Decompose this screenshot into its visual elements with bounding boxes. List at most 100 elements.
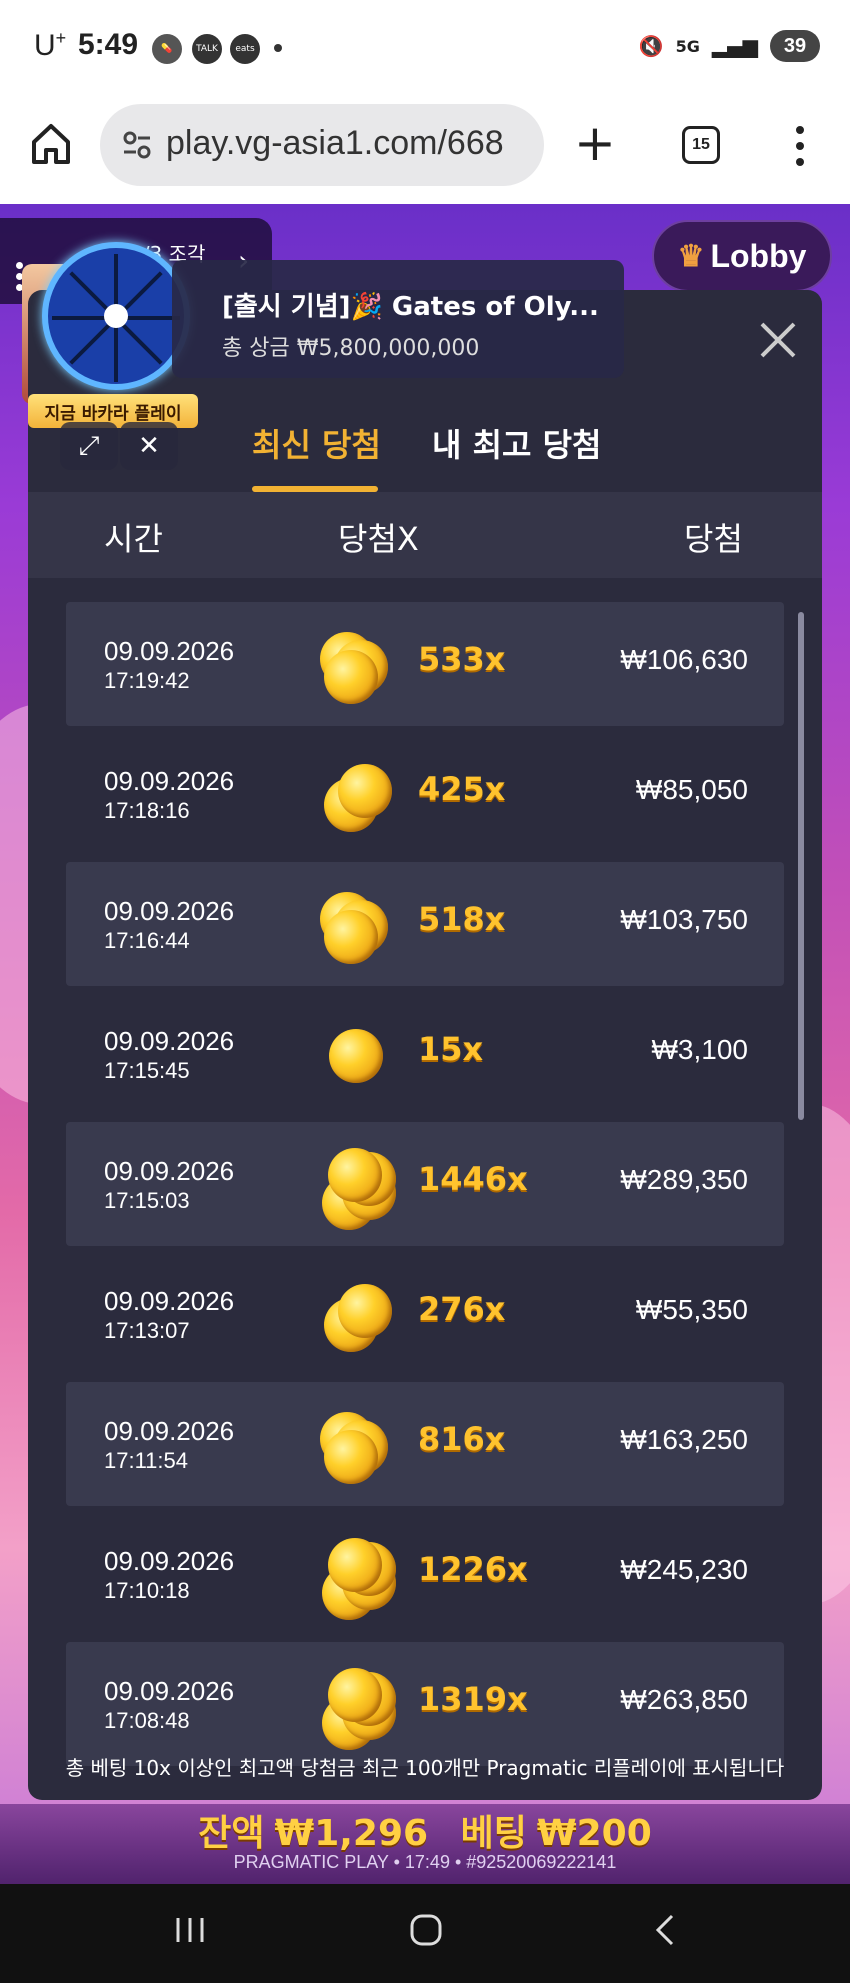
row-win-amount: ₩55,350 <box>635 1294 748 1325</box>
home-nav-icon[interactable] <box>406 1910 446 1950</box>
coin-icon <box>324 1430 378 1484</box>
balance-bar: 잔액 ₩1,296 베팅 ₩200 PRAGMATIC PLAY • 17:49 •… <box>0 1804 850 1884</box>
coins-icon <box>316 1666 396 1750</box>
back-icon[interactable] <box>646 1910 686 1950</box>
promo-title: [출시 기념]🎉 Gates of Oly... <box>222 292 599 322</box>
expand-icon[interactable]: ⤢ <box>60 422 118 470</box>
row-multiplier: 15x <box>418 1030 484 1068</box>
row-win-amount: ₩245,230 <box>620 1554 748 1585</box>
promo-subtitle: 총 상금 ₩5,800,000,000 <box>222 336 480 361</box>
table-row: 09.09.2026 17:08:48 1319x ₩263,850 <box>66 1642 784 1766</box>
new-tab-icon[interactable]: + <box>574 118 616 168</box>
row-win-amount: ₩3,100 <box>651 1034 749 1065</box>
coin-icon <box>338 764 392 818</box>
coins-icon <box>316 1146 396 1230</box>
coin-icon <box>328 1668 382 1722</box>
scrollbar[interactable] <box>798 612 804 1120</box>
row-time: 17:15:45 <box>104 1058 190 1083</box>
coins-icon <box>316 1536 396 1620</box>
row-time: 17:15:03 <box>104 1188 190 1213</box>
network-label: 5G <box>675 36 700 56</box>
wheel-icon[interactable] <box>42 242 190 390</box>
coins-icon <box>316 626 396 706</box>
notification-dot-icon <box>274 44 282 52</box>
table-row: 09.09.2026 17:13:07 276x ₩55,350 <box>66 1252 784 1376</box>
lobby-button[interactable]: ♛ Lobby <box>652 220 832 292</box>
tab-switcher-button[interactable]: 15 <box>682 126 720 164</box>
url-bar[interactable]: play.vg-asia1.com/668 <box>100 104 544 186</box>
coupang-eats-icon: eats <box>230 34 260 64</box>
row-multiplier: 1446x <box>418 1160 528 1198</box>
carrier-label: U+ <box>34 28 67 62</box>
replay-note: 총 베팅 10x 이상인 최고액 당첨금 최근 100개만 Pragmatic … <box>65 1756 785 1780</box>
row-time: 17:08:48 <box>104 1708 190 1733</box>
row-time: 17:11:54 <box>104 1448 189 1473</box>
pill-icon: 💊 <box>152 34 182 64</box>
coin-icon <box>324 910 378 964</box>
bet-label: 베팅 <box>460 1813 527 1854</box>
coin-icon <box>329 1029 383 1083</box>
bet-value: ₩200 <box>536 1813 652 1854</box>
balance-text: 잔액 ₩1,296 베팅 ₩200 <box>0 1804 850 1856</box>
row-date: 09.09.2026 <box>104 766 235 796</box>
close-icon[interactable] <box>748 310 808 370</box>
signal-icon: ▂▄▆ <box>711 34 758 58</box>
home-icon[interactable] <box>26 118 76 168</box>
browser-toolbar: play.vg-asia1.com/668 + 15 <box>0 96 850 204</box>
tab-my-best-wins[interactable]: 내 최고 당첨 <box>432 420 601 466</box>
coins-icon <box>316 886 396 966</box>
winners-list[interactable]: 09.09.2026 17:19:42 533x ₩106,630 09.09.2026… <box>66 602 784 1772</box>
table-row: 09.09.2026 17:10:18 1226x ₩245,230 <box>66 1512 784 1636</box>
row-date: 09.09.2026 <box>104 896 235 926</box>
coins-icon <box>316 1406 396 1486</box>
row-time: 17:13:07 <box>104 1318 190 1343</box>
table-row: 09.09.2026 17:16:44 518x ₩103,750 <box>66 862 784 986</box>
coin-icon <box>328 1148 382 1202</box>
table-row: 09.09.2026 17:11:54 816x ₩163,250 <box>66 1382 784 1506</box>
balance-label: 잔액 <box>198 1813 265 1854</box>
url-text[interactable]: play.vg-asia1.com/668 <box>166 124 504 163</box>
table-row: 09.09.2026 17:19:42 533x ₩106,630 <box>66 602 784 726</box>
row-time: 17:18:16 <box>104 798 190 823</box>
row-win-amount: ₩103,750 <box>620 904 748 935</box>
coins-icon <box>316 1276 396 1356</box>
status-right: 🔇 5G ▂▄▆ 39 <box>639 30 820 62</box>
row-date: 09.09.2026 <box>104 1286 235 1316</box>
coins-icon <box>316 756 396 836</box>
column-header-multiplier: 당첨X <box>338 520 419 558</box>
kakaotalk-icon: TALK <box>192 34 222 64</box>
promo-banner[interactable]: [출시 기념]🎉 Gates of Oly... 총 상금 ₩5,800,000… <box>172 260 624 378</box>
coins-icon <box>316 1016 396 1096</box>
row-win-amount: ₩106,630 <box>620 644 748 675</box>
brand-line: PRAGMATIC PLAY • 17:49 • #92520069222141 <box>233 1852 617 1872</box>
row-win-amount: ₩289,350 <box>620 1164 748 1195</box>
coin-icon <box>324 650 378 704</box>
column-header-win: 당첨 <box>684 520 743 558</box>
game-area: 2/3 조각 › ♛ Lobby 최신 당첨 내 최고 당첨 시간 당첨X 당첨… <box>0 204 850 1884</box>
row-multiplier: 1319x <box>418 1680 528 1718</box>
battery-indicator: 39 <box>770 30 820 62</box>
coin-icon <box>328 1538 382 1592</box>
table-row: 09.09.2026 17:15:45 15x ₩3,100 <box>66 992 784 1116</box>
close-promo-icon[interactable]: ✕ <box>120 422 178 470</box>
row-multiplier: 533x <box>418 640 506 678</box>
table-row: 09.09.2026 17:15:03 1446x ₩289,350 <box>66 1122 784 1246</box>
coin-icon <box>338 1284 392 1338</box>
row-date: 09.09.2026 <box>104 1676 235 1706</box>
winners-modal: 최신 당첨 내 최고 당첨 시간 당첨X 당첨 09.09.2026 17:19:… <box>28 290 822 1800</box>
table-header: 시간 당첨X 당첨 <box>28 492 822 578</box>
row-date: 09.09.2026 <box>104 1416 235 1446</box>
row-date: 09.09.2026 <box>104 1156 235 1186</box>
row-multiplier: 425x <box>418 770 506 808</box>
row-date: 09.09.2026 <box>104 1546 235 1576</box>
site-settings-icon[interactable] <box>122 130 152 160</box>
recent-apps-icon[interactable] <box>170 1910 210 1950</box>
mute-icon: 🔇 <box>638 34 664 58</box>
row-win-amount: ₩163,250 <box>620 1424 748 1455</box>
row-win-amount: ₩263,850 <box>620 1684 748 1715</box>
table-row: 09.09.2026 17:18:16 425x ₩85,050 <box>66 732 784 856</box>
browser-menu-icon[interactable] <box>790 124 810 168</box>
tab-latest-wins[interactable]: 최신 당첨 <box>252 420 381 466</box>
row-win-amount: ₩85,050 <box>635 774 748 805</box>
row-multiplier: 276x <box>418 1290 506 1328</box>
